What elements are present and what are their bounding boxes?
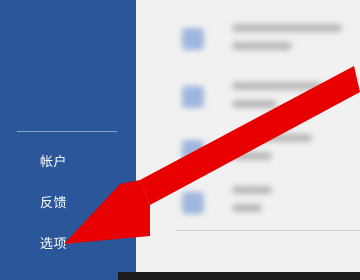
red-pointer-arrow-icon (64, 66, 360, 244)
